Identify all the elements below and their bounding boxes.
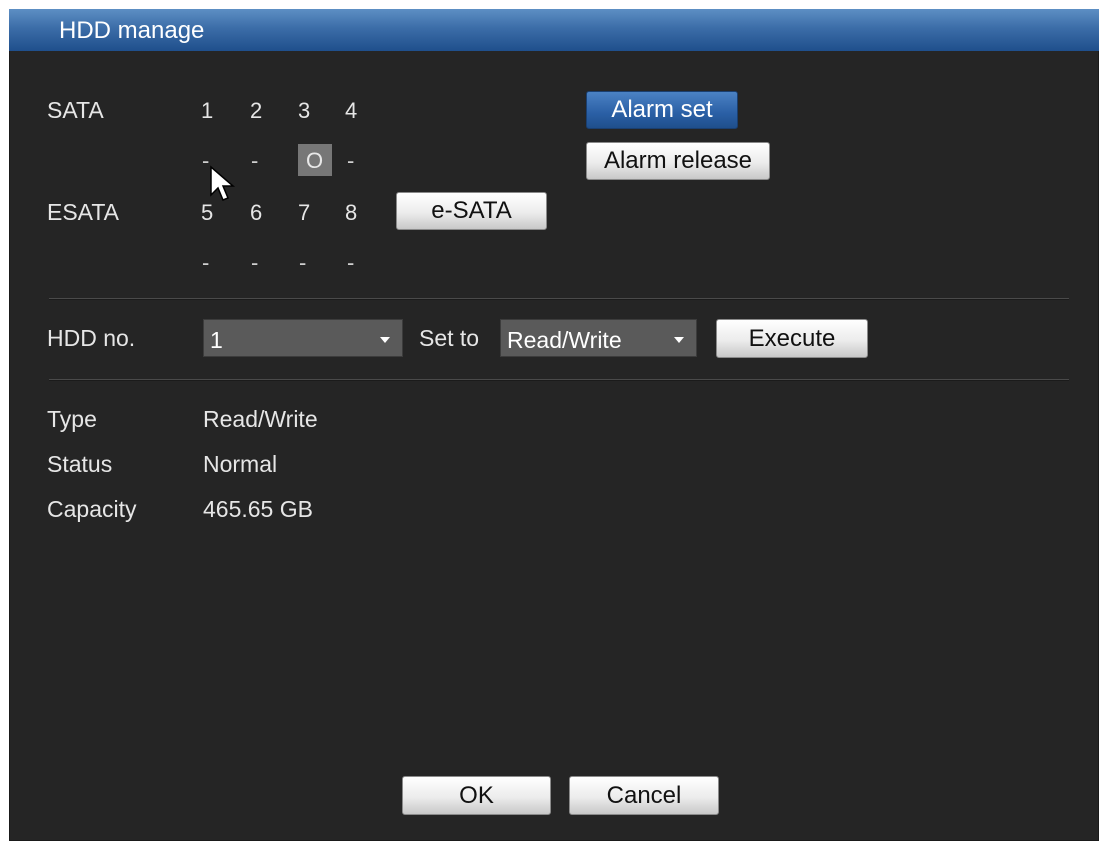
sata-slot-status-3[interactable]: O xyxy=(306,148,323,174)
capacity-label: Capacity xyxy=(47,496,137,522)
mouse-cursor-icon xyxy=(210,165,236,201)
sata-port-3: 3 xyxy=(298,98,311,123)
chevron-down-icon xyxy=(380,337,390,343)
status-value: Normal xyxy=(203,451,278,477)
esata-slot-status-8[interactable]: - xyxy=(347,250,354,276)
hdd-number-select[interactable]: 1 xyxy=(203,319,403,357)
alarm-set-button[interactable]: Alarm set xyxy=(586,91,738,129)
status-label: Status xyxy=(47,451,113,477)
esata-slot-status-6[interactable]: - xyxy=(251,250,258,276)
hdd-no-label: HDD no. xyxy=(47,325,136,351)
sata-slot-status-2[interactable]: - xyxy=(251,148,258,174)
esata-port-6: 6 xyxy=(250,200,263,225)
esata-port-8: 8 xyxy=(345,200,358,225)
set-to-label: Set to xyxy=(419,325,480,351)
esata-label: ESATA xyxy=(47,199,119,225)
alarm-release-button[interactable]: Alarm release xyxy=(586,142,770,180)
mode-select[interactable]: Read/Write xyxy=(500,319,697,357)
divider xyxy=(49,298,1069,300)
mode-value: Read/Write xyxy=(507,327,622,353)
hdd-manage-window: HDD manage SATA 1 2 3 4 - - O - Alarm se… xyxy=(9,9,1099,841)
esata-port-7: 7 xyxy=(298,200,311,225)
window-title: HDD manage xyxy=(59,17,205,44)
hdd-number-value: 1 xyxy=(210,327,223,353)
sata-port-4: 4 xyxy=(345,98,358,123)
cancel-button[interactable]: Cancel xyxy=(569,776,719,815)
ok-button[interactable]: OK xyxy=(402,776,551,815)
esata-button[interactable]: e-SATA xyxy=(396,192,547,230)
divider xyxy=(49,379,1069,381)
type-value: Read/Write xyxy=(203,406,318,432)
sata-label: SATA xyxy=(47,97,104,123)
capacity-value: 465.65 GB xyxy=(203,496,313,522)
sata-port-1: 1 xyxy=(201,98,214,123)
esata-slot-status-5[interactable]: - xyxy=(202,250,209,276)
execute-button[interactable]: Execute xyxy=(716,319,868,358)
title-bar: HDD manage xyxy=(9,9,1099,51)
sata-port-2: 2 xyxy=(250,98,263,123)
sata-slot-status-4[interactable]: - xyxy=(347,148,354,174)
chevron-down-icon xyxy=(674,337,684,343)
type-label: Type xyxy=(47,406,97,432)
esata-slot-status-7[interactable]: - xyxy=(299,250,306,276)
